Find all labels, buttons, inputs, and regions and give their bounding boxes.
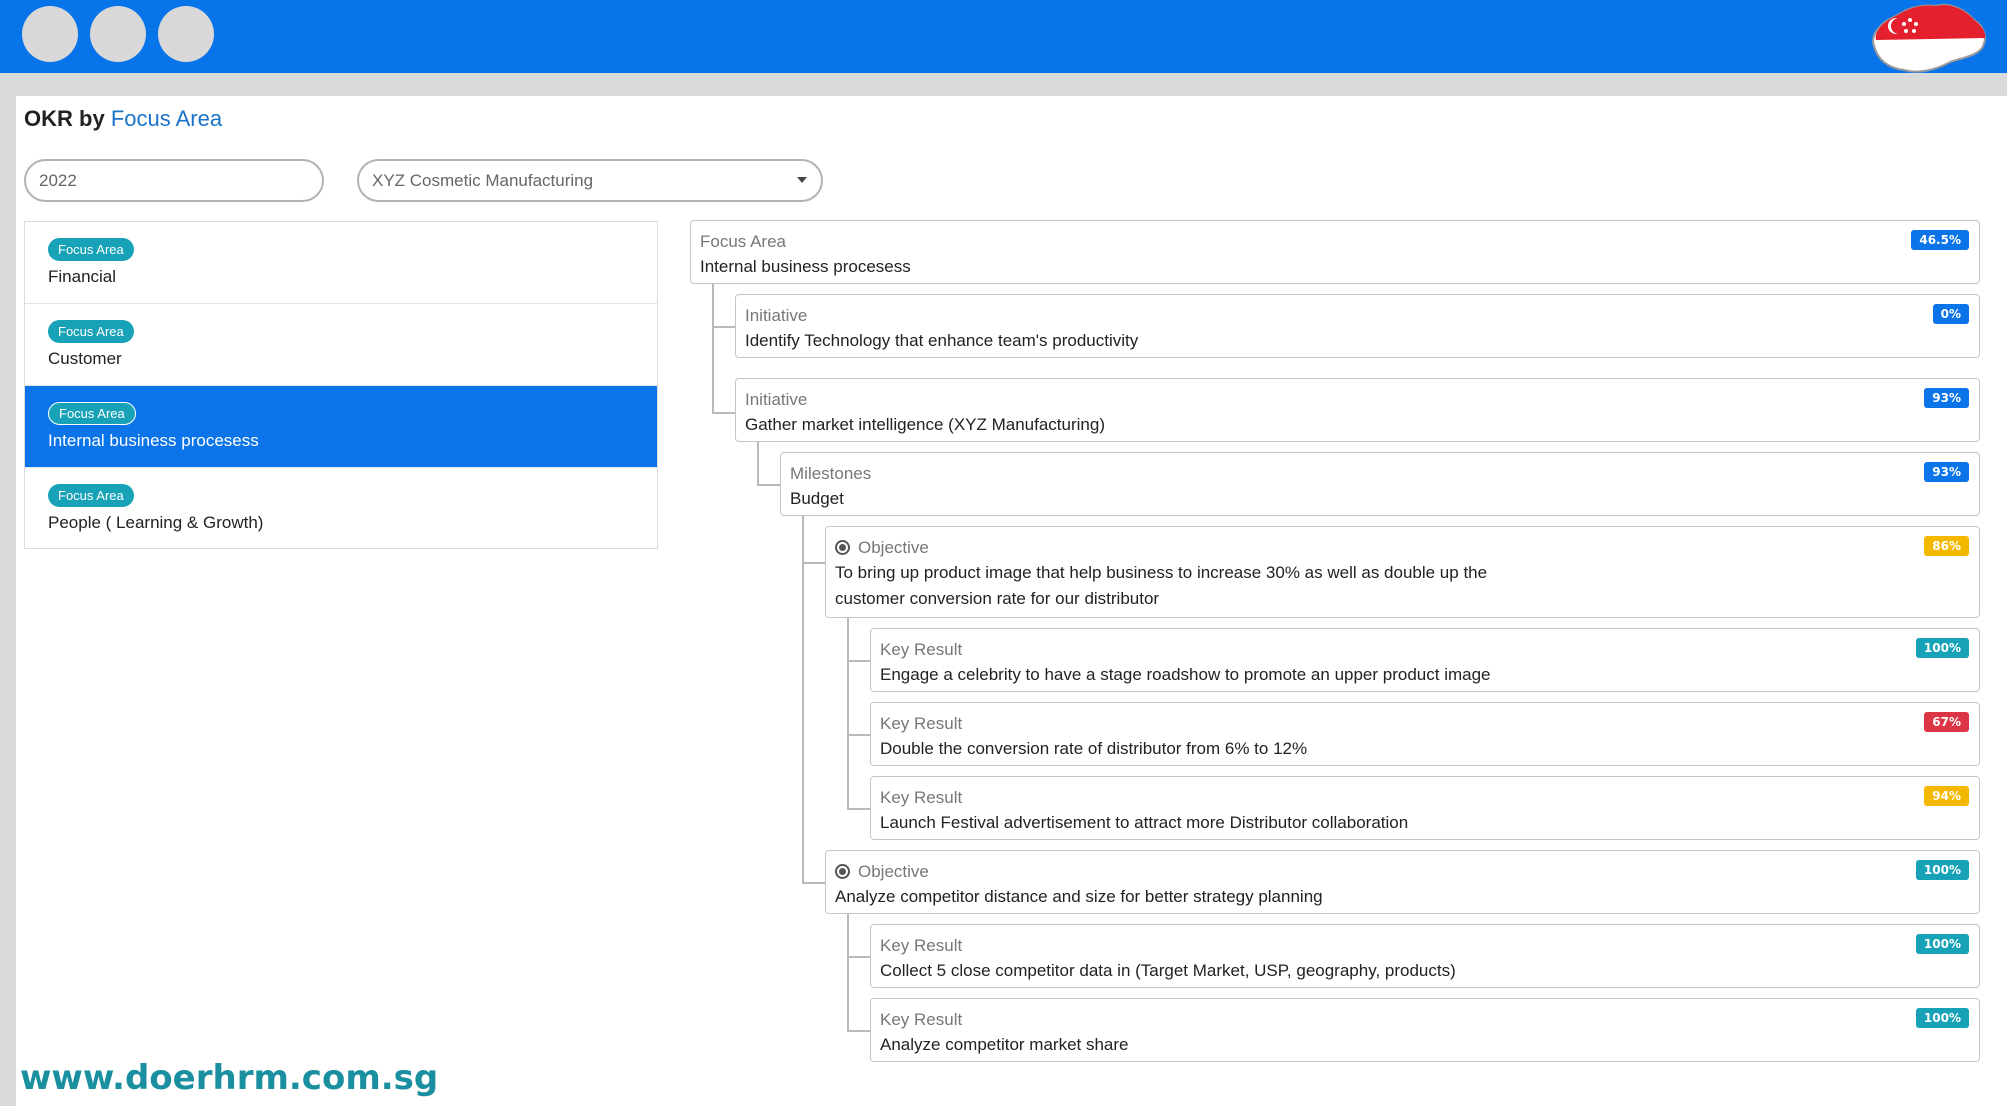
node-type-label: Key Result <box>880 637 1979 662</box>
tree-connector-line <box>847 956 870 958</box>
tree-connector-line <box>847 660 870 662</box>
node-title: Internal business procesess <box>700 257 911 276</box>
tree-node[interactable]: Key Result Analyze competitor market shar… <box>870 998 1980 1062</box>
node-title: Analyze competitor market share <box>880 1035 1129 1054</box>
node-title: Budget <box>790 489 844 508</box>
focus-area-list: Focus Area Financial Focus Area Customer Foc… <box>24 221 658 549</box>
year-input[interactable] <box>24 159 324 202</box>
window-control-minimize[interactable] <box>90 6 146 62</box>
progress-badge: 93% <box>1924 388 1969 408</box>
node-type-label: Initiative <box>745 387 1979 412</box>
window-control-close[interactable] <box>22 6 78 62</box>
node-type-label: Milestones <box>790 461 1979 486</box>
node-title: Engage a celebrity to have a stage roads… <box>880 665 1491 684</box>
node-type-label: Objective <box>835 535 1979 560</box>
node-type-text: Focus Area <box>700 232 786 251</box>
focus-area-badge: Focus Area <box>48 238 134 261</box>
tree-connector-line <box>847 808 870 810</box>
node-title: Collect 5 close competitor data in (Targ… <box>880 961 1456 980</box>
focus-area-badge: Focus Area <box>48 320 134 343</box>
company-select-value: XYZ Cosmetic Manufacturing <box>372 170 594 190</box>
progress-badge: 100% <box>1915 934 1969 954</box>
sidebar-item-label: People ( Learning & Growth) <box>48 513 264 532</box>
sidebar-item[interactable]: Focus Area People ( Learning & Growth) <box>25 468 657 550</box>
node-title: Double the conversion rate of distributo… <box>880 739 1308 758</box>
watermark-url: www.doerhrm.com.sg <box>20 1058 439 1098</box>
node-type-text: Milestones <box>790 464 872 483</box>
sidebar-item-label: Internal business procesess <box>48 431 259 450</box>
tree-connector-line <box>802 882 825 884</box>
tree-node[interactable]: Initiative Gather market intelligence (XY… <box>735 378 1980 442</box>
progress-badge: 86% <box>1924 536 1969 556</box>
window-titlebar <box>0 0 2007 73</box>
progress-badge: 67% <box>1924 712 1969 732</box>
node-type-text: Objective <box>858 862 929 881</box>
tree-connector-line <box>712 284 714 414</box>
tree-node[interactable]: Key Result Launch Festival advertisement … <box>870 776 1980 840</box>
tree-connector-line <box>847 618 849 810</box>
progress-badge: 94% <box>1924 786 1969 806</box>
target-icon <box>835 864 850 879</box>
node-type-label: Key Result <box>880 1007 1979 1032</box>
tree-connector-line <box>847 734 870 736</box>
tree-node[interactable]: Objective To bring up product image that … <box>825 526 1980 618</box>
tree-node[interactable]: Focus Area Internal business procesess 46.… <box>690 220 1980 284</box>
page-title: OKR by Focus Area <box>24 106 222 132</box>
node-type-text: Key Result <box>880 1010 963 1029</box>
progress-badge: 100% <box>1915 638 1969 658</box>
progress-badge: 93% <box>1924 462 1969 482</box>
target-icon <box>835 540 850 555</box>
focus-area-badge: Focus Area <box>48 484 134 507</box>
node-type-label: Key Result <box>880 933 1979 958</box>
tree-node[interactable]: Key Result Collect 5 close competitor dat… <box>870 924 1980 988</box>
node-title: To bring up product image that help busi… <box>835 563 1488 608</box>
node-type-text: Objective <box>858 538 929 557</box>
sidebar-item-label: Customer <box>48 349 122 368</box>
tree-connector-line <box>712 326 735 328</box>
tree-connector-line <box>712 412 735 414</box>
sidebar-item[interactable]: Focus Area Internal business procesess <box>25 386 657 468</box>
tree-node[interactable]: Objective Analyze competitor distance and… <box>825 850 1980 914</box>
window-control-maximize[interactable] <box>158 6 214 62</box>
node-type-text: Key Result <box>880 714 963 733</box>
caret-down-icon <box>797 177 807 183</box>
sidebar-item[interactable]: Focus Area Financial <box>25 222 657 304</box>
sidebar-item[interactable]: Focus Area Customer <box>25 304 657 386</box>
tree-connector-line <box>802 562 825 564</box>
page-title-prefix: OKR by <box>24 106 105 131</box>
page-title-accent: Focus Area <box>110 106 223 131</box>
tree-node[interactable]: Key Result Double the conversion rate of … <box>870 702 1980 766</box>
singapore-map-flag-icon <box>1872 4 1986 73</box>
node-title: Identify Technology that enhance team's … <box>745 331 1139 350</box>
tree-connector-line <box>847 914 849 1032</box>
tree-connector-line <box>757 484 780 486</box>
node-type-label: Key Result <box>880 785 1979 810</box>
progress-badge: 46.5% <box>1911 230 1969 250</box>
progress-badge: 0% <box>1932 304 1969 324</box>
node-type-text: Initiative <box>745 306 808 325</box>
node-type-text: Initiative <box>745 390 808 409</box>
node-type-label: Key Result <box>880 711 1979 736</box>
node-title: Launch Festival advertisement to attract… <box>880 813 1409 832</box>
node-type-label: Focus Area <box>700 229 1979 254</box>
progress-badge: 100% <box>1915 860 1969 880</box>
node-type-label: Initiative <box>745 303 1979 328</box>
node-title: Analyze competitor distance and size for… <box>835 887 1323 906</box>
node-type-label: Objective <box>835 859 1979 884</box>
node-type-text: Key Result <box>880 788 963 807</box>
progress-badge: 100% <box>1915 1008 1969 1028</box>
company-select[interactable]: XYZ Cosmetic Manufacturing <box>357 159 823 202</box>
tree-connector-line <box>757 442 759 486</box>
node-type-text: Key Result <box>880 936 963 955</box>
tree-node[interactable]: Initiative Identify Technology that enhan… <box>735 294 1980 358</box>
tree-node[interactable]: Key Result Engage a celebrity to have a s… <box>870 628 1980 692</box>
tree-connector-line <box>802 516 804 884</box>
tree-node[interactable]: Milestones Budget 93% <box>780 452 1980 516</box>
focus-area-badge: Focus Area <box>48 402 136 425</box>
node-title: Gather market intelligence (XYZ Manufact… <box>745 415 1105 434</box>
sidebar-item-label: Financial <box>48 267 117 286</box>
node-type-text: Key Result <box>880 640 963 659</box>
tree-connector-line <box>847 1030 870 1032</box>
